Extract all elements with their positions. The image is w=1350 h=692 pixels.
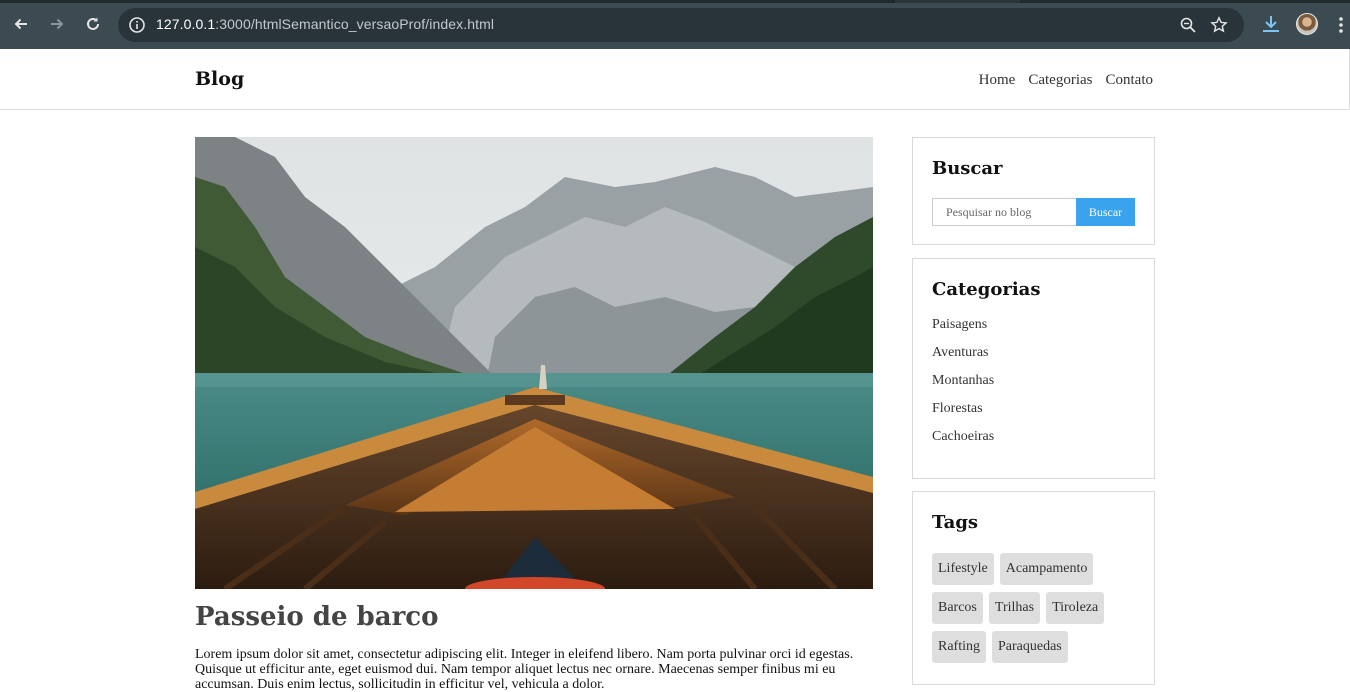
- category-list: Paisagens Aventuras Montanhas Florestas …: [932, 317, 994, 457]
- category-item-paisagens[interactable]: Paisagens: [932, 317, 994, 345]
- nav-contato[interactable]: Contato: [1106, 72, 1154, 89]
- tag-list: Lifestyle Acampamento Barcos Trilhas Tir…: [932, 553, 1142, 663]
- categories-widget-title: Categorias: [932, 279, 1041, 300]
- category-item-montanhas[interactable]: Montanhas: [932, 373, 994, 401]
- tag-paraquedas[interactable]: Paraquedas: [992, 631, 1068, 663]
- reload-icon: [87, 17, 99, 30]
- nav-home[interactable]: Home: [979, 72, 1016, 89]
- search-widget-title: Buscar: [932, 158, 1003, 179]
- kebab-menu-icon[interactable]: [1334, 14, 1348, 36]
- tab-strip: [0, 0, 1350, 3]
- tag-lifestyle[interactable]: Lifestyle: [932, 553, 994, 585]
- url-text[interactable]: 127.0.0.1:3000/htmlSemantico_versaoProf/…: [156, 16, 494, 32]
- tags-widget-title: Tags: [932, 512, 979, 533]
- reload-button[interactable]: [80, 11, 106, 37]
- main-nav: Home Categorias Contato: [979, 72, 1153, 89]
- star-icon[interactable]: [1210, 16, 1228, 34]
- browser-toolbar: 127.0.0.1:3000/htmlSemantico_versaoProf/…: [0, 0, 1350, 49]
- search-input[interactable]: [932, 198, 1077, 226]
- arrow-left-icon: [14, 18, 27, 30]
- boat-lake-image: [195, 137, 873, 589]
- post-title: Passeio de barco: [195, 602, 439, 632]
- tag-acampamento[interactable]: Acampamento: [999, 553, 1094, 585]
- category-item-florestas[interactable]: Florestas: [932, 401, 994, 429]
- tags-widget: Tags Lifestyle Acampamento Barcos Trilha…: [912, 491, 1155, 685]
- back-button[interactable]: [8, 11, 34, 37]
- category-item-cachoeiras[interactable]: Cachoeiras: [932, 429, 994, 457]
- tag-barcos[interactable]: Barcos: [932, 592, 983, 624]
- tag-trilhas[interactable]: Trilhas: [988, 592, 1041, 624]
- url-host: 127.0.0.1: [156, 16, 216, 32]
- profile-avatar[interactable]: [1296, 13, 1318, 35]
- site-header: Blog Home Categorias Contato: [0, 49, 1350, 110]
- forward-button[interactable]: [44, 11, 70, 37]
- categories-widget: Categorias Paisagens Aventuras Montanhas…: [912, 258, 1155, 479]
- nav-categorias[interactable]: Categorias: [1028, 72, 1092, 89]
- url-path: :3000/htmlSemantico_versaoProf/index.htm…: [215, 16, 495, 32]
- tag-rafting[interactable]: Rafting: [932, 631, 986, 663]
- arrow-right-icon: [51, 18, 64, 30]
- tag-tiroleza[interactable]: Tiroleza: [1046, 592, 1105, 624]
- post-hero-image: [195, 137, 873, 589]
- info-icon[interactable]: [128, 16, 146, 34]
- zoom-icon[interactable]: [1179, 16, 1197, 34]
- site-logo[interactable]: Blog: [195, 68, 244, 90]
- search-widget: Buscar Buscar: [912, 137, 1155, 245]
- post-body: Lorem ipsum dolor sit amet, consectetur …: [195, 647, 854, 692]
- download-icon[interactable]: [1260, 13, 1282, 35]
- category-item-aventuras[interactable]: Aventuras: [932, 345, 994, 373]
- address-bar[interactable]: 127.0.0.1:3000/htmlSemantico_versaoProf/…: [118, 8, 1244, 42]
- search-button[interactable]: Buscar: [1076, 198, 1135, 226]
